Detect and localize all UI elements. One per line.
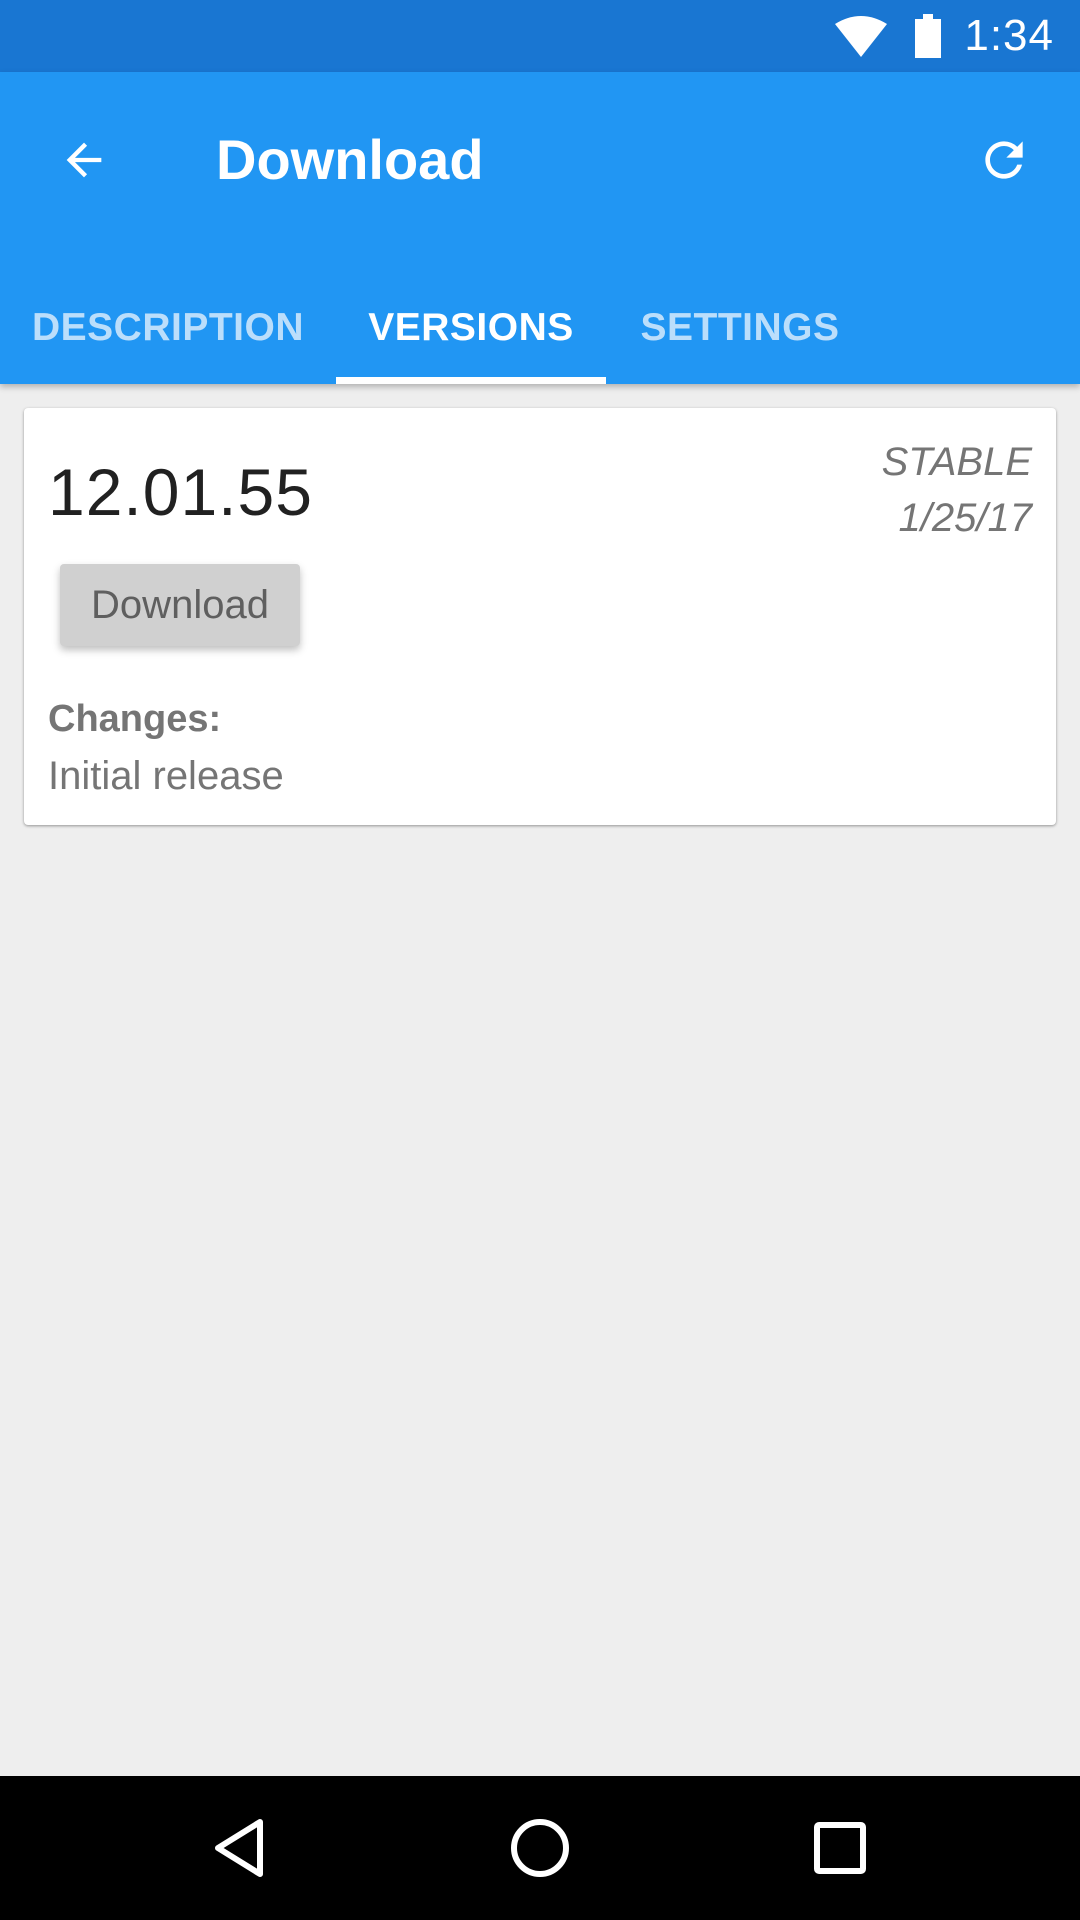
release-date: 1/25/17	[898, 496, 1032, 540]
nav-recents-button[interactable]	[790, 1798, 890, 1898]
arrow-back-icon	[66, 142, 102, 178]
nav-back-button[interactable]	[190, 1798, 290, 1898]
battery-icon	[914, 14, 942, 58]
app-bar: Download DESCRIPTION VERSIONS SETTINGS	[0, 72, 1080, 384]
navigation-bar	[0, 1776, 1080, 1920]
nav-back-icon	[215, 1819, 263, 1877]
version-number: 12.01.55	[48, 455, 313, 529]
tab-versions[interactable]: VERSIONS	[336, 272, 606, 384]
wifi-icon	[834, 14, 888, 58]
tab-bar: DESCRIPTION VERSIONS SETTINGS	[0, 272, 1080, 384]
download-button[interactable]: Download	[60, 564, 300, 646]
tab-indicator	[336, 377, 606, 384]
release-channel: STABLE	[881, 440, 1032, 484]
page-title: Download	[216, 128, 484, 191]
tab-settings[interactable]: SETTINGS	[606, 272, 874, 384]
changes-label: Changes:	[48, 698, 222, 740]
refresh-icon	[985, 141, 1023, 179]
screen: 1:34 Download DESCRIPTION VERSIONS SETTI…	[0, 0, 1080, 1920]
changes-text: Initial release	[48, 754, 284, 798]
status-bar: 1:34	[0, 0, 1080, 72]
version-card: 12.01.55 STABLE 1/25/17 Download Changes…	[24, 408, 1056, 825]
back-button[interactable]	[48, 124, 120, 196]
refresh-button[interactable]	[968, 124, 1040, 196]
tab-description[interactable]: DESCRIPTION	[0, 272, 336, 384]
nav-recents-icon	[814, 1822, 866, 1874]
nav-home-button[interactable]	[490, 1798, 590, 1898]
nav-home-icon	[511, 1819, 569, 1877]
status-time: 1:34	[964, 11, 1054, 60]
